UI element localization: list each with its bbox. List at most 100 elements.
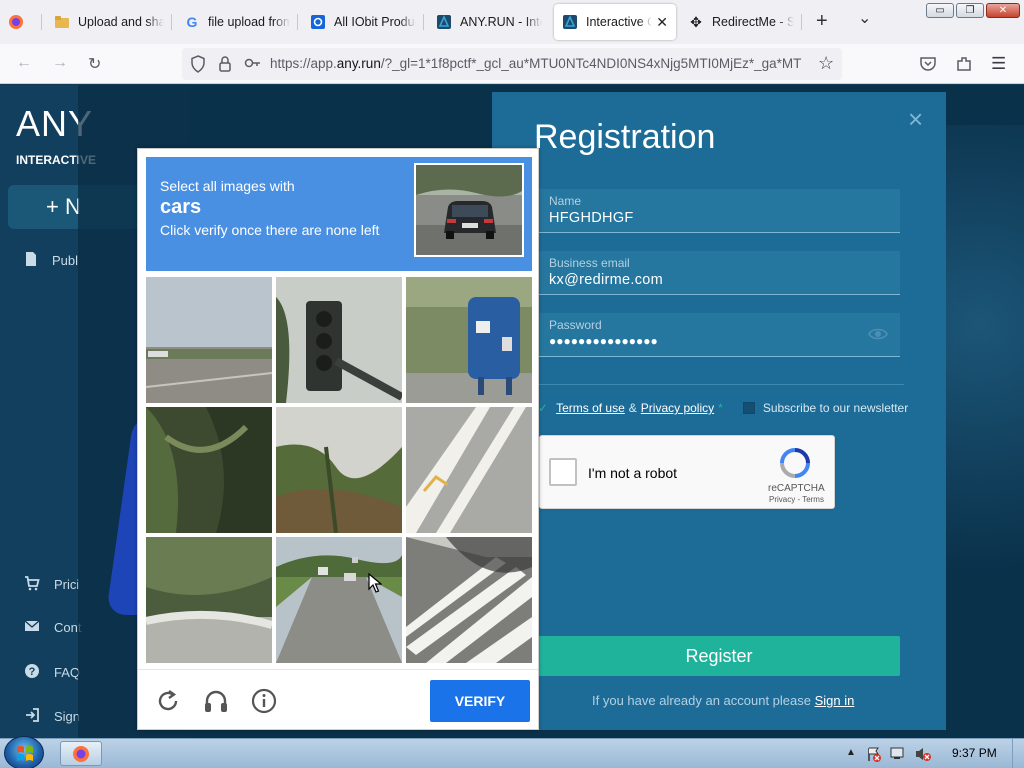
tab-interactive-online-active[interactable]: Interactive O ✕ xyxy=(554,4,676,40)
image-grid xyxy=(146,277,532,663)
sidebar-item-public[interactable]: Publ xyxy=(24,251,78,270)
sidebar-item-faq[interactable]: ? FAQ xyxy=(24,663,80,682)
recaptcha-checkbox[interactable] xyxy=(549,458,577,486)
menu-hamburger-icon[interactable]: ☰ xyxy=(991,54,1006,74)
sidebar-item-contacts[interactable]: Cont xyxy=(24,619,81,636)
terms-of-use-link[interactable]: Terms of use xyxy=(556,401,625,415)
register-button[interactable]: Register xyxy=(538,636,900,676)
bookmark-star-icon[interactable]: ☆ xyxy=(818,53,834,74)
instruction-line-1: Select all images with xyxy=(160,178,295,194)
iobit-icon xyxy=(310,14,326,30)
taskbar-firefox-button[interactable] xyxy=(60,741,102,766)
recaptcha-widget: I'm not a robot reCAPTCHA Privacy - Term… xyxy=(539,435,835,509)
start-button[interactable] xyxy=(4,736,44,768)
grid-tile-6[interactable] xyxy=(406,407,532,533)
help-icon: ? xyxy=(24,663,40,682)
back-icon[interactable]: ← xyxy=(16,54,32,72)
network-icon[interactable] xyxy=(890,746,908,765)
volume-muted-icon[interactable] xyxy=(914,746,932,765)
terms-row: ✓ Terms of use & Privacy policy * Subscr… xyxy=(538,401,908,415)
email-label: Business email xyxy=(549,256,630,270)
show-desktop-button[interactable] xyxy=(1012,739,1024,768)
signin-prompt-text: If you have already an account please xyxy=(592,693,811,708)
show-hidden-icons-icon[interactable]: ▲ xyxy=(846,747,856,758)
new-tab-button[interactable]: + xyxy=(816,10,828,33)
email-field[interactable]: Business email kx@redirme.com xyxy=(538,251,900,295)
tab-redirectme[interactable]: ✥ RedirectMe - Sh xyxy=(680,4,802,40)
windows-logo-icon xyxy=(17,746,33,761)
challenge-header: Select all images with cars Click verify… xyxy=(146,157,532,271)
grid-tile-8[interactable] xyxy=(276,537,402,663)
grid-tile-9[interactable] xyxy=(406,537,532,663)
restore-button[interactable]: ❐ xyxy=(956,3,984,18)
signin-prompt: If you have already an account please Si… xyxy=(592,693,854,708)
windows-taskbar: ▲ 9:37 PM xyxy=(0,736,1024,768)
pocket-icon[interactable] xyxy=(919,55,937,76)
close-icon[interactable]: × xyxy=(908,104,923,135)
name-field[interactable]: Name HFGHDHGF xyxy=(538,189,900,233)
grid-tile-4[interactable] xyxy=(146,407,272,533)
password-field[interactable]: Password ●●●●●●●●●●●●●●● xyxy=(538,313,900,357)
tab-firefox-home[interactable] xyxy=(0,4,42,40)
folder-icon xyxy=(54,14,70,30)
close-tab-icon[interactable]: ✕ xyxy=(652,14,668,31)
tab-label: RedirectMe - Sh xyxy=(712,15,794,29)
newsletter-checkbox[interactable] xyxy=(742,402,755,414)
sidebar-item-pricing[interactable]: Prici xyxy=(24,575,79,594)
password-value[interactable]: ●●●●●●●●●●●●●●● xyxy=(549,334,658,348)
show-password-eye-icon[interactable] xyxy=(868,327,888,345)
email-value[interactable]: kx@redirme.com xyxy=(549,272,663,288)
audio-challenge-icon[interactable] xyxy=(202,687,230,715)
minimize-button[interactable]: ▭ xyxy=(926,3,954,18)
shield-icon[interactable] xyxy=(190,55,206,76)
url-bar[interactable]: https://app.any.run/?_gl=1*1f8pctf*_gcl_… xyxy=(182,48,842,80)
terms-checkbox-checked-icon[interactable]: ✓ xyxy=(538,401,548,415)
signin-link[interactable]: Sign in xyxy=(815,693,855,708)
permissions-key-icon[interactable] xyxy=(244,55,262,74)
grid-tile-2[interactable] xyxy=(276,277,402,403)
recaptcha-privacy-terms-link[interactable]: Privacy - Terms xyxy=(769,495,824,504)
firefox-icon xyxy=(73,746,89,762)
grid-tile-3[interactable] xyxy=(406,277,532,403)
extensions-icon[interactable] xyxy=(955,55,973,76)
privacy-policy-link[interactable]: Privacy policy xyxy=(641,401,714,415)
tab-iobit-products[interactable]: All IObit Produc xyxy=(302,4,424,40)
instruction-line-2: Click verify once there are none left xyxy=(160,222,380,238)
anyrun-icon xyxy=(562,14,578,30)
name-value[interactable]: HFGHDHGF xyxy=(549,210,634,226)
sidebar-item-label: Publ xyxy=(52,253,79,268)
cart-icon xyxy=(24,575,40,594)
sidebar-item-label: Sign xyxy=(54,709,81,724)
tab-anyrun-interactive[interactable]: ANY.RUN - Inte xyxy=(428,4,550,40)
terms-ampersand: & xyxy=(628,401,637,415)
name-label: Name xyxy=(549,194,582,208)
list-tabs-button[interactable]: ⌄ xyxy=(858,8,871,28)
tab-file-upload-from[interactable]: G file upload from xyxy=(176,4,298,40)
url-text[interactable]: https://app.any.run/?_gl=1*1f8pctf*_gcl_… xyxy=(270,56,815,71)
anyrun-icon xyxy=(436,14,452,30)
grid-tile-5[interactable] xyxy=(276,407,402,533)
window-close-button[interactable]: ✕ xyxy=(986,3,1020,18)
grid-tile-1[interactable] xyxy=(146,277,272,403)
tab-label: ANY.RUN - Inte xyxy=(460,15,542,29)
reload-icon[interactable]: ↻ xyxy=(88,54,101,74)
verify-button[interactable]: VERIFY xyxy=(430,680,530,722)
document-icon xyxy=(24,251,38,270)
reload-challenge-icon[interactable] xyxy=(154,687,182,715)
forward-icon[interactable]: → xyxy=(52,54,68,72)
action-center-flag-icon[interactable] xyxy=(866,746,882,765)
grid-tile-7[interactable] xyxy=(146,537,272,663)
sidebar-item-label: Prici xyxy=(54,577,80,592)
registration-panel: Registration × Name HFGHDHGF Business em… xyxy=(492,92,946,730)
mouse-cursor-icon xyxy=(368,572,383,596)
tab-upload-and-share[interactable]: Upload and sha xyxy=(46,4,172,40)
password-label: Password xyxy=(549,318,602,332)
required-mark: * xyxy=(718,401,723,415)
lock-icon[interactable] xyxy=(218,55,232,76)
system-clock[interactable]: 9:37 PM xyxy=(952,746,997,760)
info-icon[interactable] xyxy=(250,687,278,715)
sidebar-item-signin[interactable]: Sign xyxy=(24,707,80,726)
tab-label: Interactive O xyxy=(586,15,653,29)
recaptcha-brand: reCAPTCHA xyxy=(768,483,825,494)
target-object: cars xyxy=(160,196,202,218)
